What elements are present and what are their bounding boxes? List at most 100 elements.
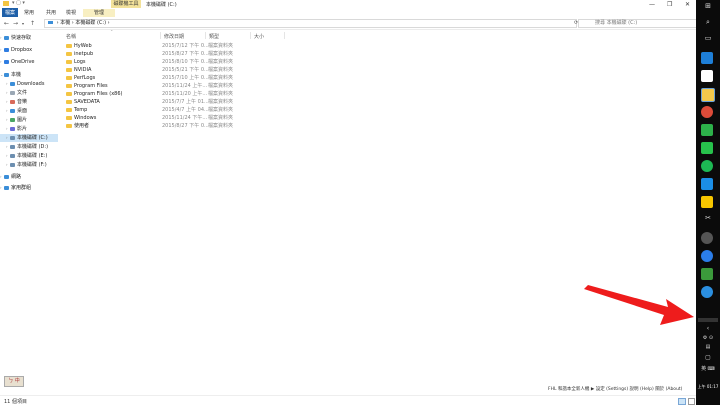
- nav-item-dropbox[interactable]: › Dropbox: [0, 46, 32, 54]
- nav-item-desktop[interactable]: › 桌面: [6, 107, 27, 115]
- folder-icon: [66, 44, 72, 48]
- file-name: Windows: [74, 115, 97, 121]
- chevron-up-icon[interactable]: ‹: [696, 325, 720, 332]
- file-row[interactable]: Program Files (x86) 2015/11/20 上午... 檔案資…: [62, 90, 362, 98]
- column-header-name[interactable]: 名稱: [66, 33, 76, 40]
- store-icon[interactable]: [701, 70, 713, 82]
- language-icon[interactable]: 英 ⌨: [696, 365, 720, 372]
- ime-indicator[interactable]: ㄅ 中: [4, 376, 24, 387]
- play-icon[interactable]: [701, 178, 713, 190]
- large-icons-view-icon[interactable]: [688, 398, 695, 405]
- tray-icon[interactable]: ⚙ ⊙: [696, 335, 720, 341]
- nav-item-network[interactable]: › 網路: [0, 173, 21, 181]
- search-icon[interactable]: ⌕: [696, 18, 720, 27]
- file-row[interactable]: Program Files 2015/11/24 上午... 檔案資料夾: [62, 82, 362, 90]
- folder-icon: [66, 124, 72, 128]
- file-row[interactable]: Windows 2015/11/24 下午... 檔案資料夾: [62, 114, 362, 122]
- file-row[interactable]: Temp 2015/4/7 上午 04... 檔案資料夾: [62, 106, 362, 114]
- nav-item-drive-e[interactable]: › 本機磁碟 (E:): [6, 152, 47, 160]
- file-date: 2015/5/21 下午 0...: [162, 67, 209, 73]
- tab-manage[interactable]: 管理: [83, 9, 115, 17]
- clock[interactable]: 上午 01:17: [696, 384, 720, 390]
- steam-icon[interactable]: [701, 232, 713, 244]
- folder-icon: [66, 108, 72, 112]
- tool-icon[interactable]: ✂: [696, 214, 720, 222]
- column-header-date[interactable]: 修改日期: [164, 33, 184, 40]
- nav-item-drive-c[interactable]: › 本機磁碟 (C:): [0, 134, 58, 142]
- quick-access-toolbar[interactable]: ▾ ▢ ▾: [12, 0, 25, 6]
- messenger-icon[interactable]: [701, 250, 713, 262]
- recent-chevron-icon[interactable]: ▾: [22, 21, 24, 26]
- file-row[interactable]: inetpub 2015/8/27 下午 0... 檔案資料夾: [62, 50, 362, 58]
- column-divider[interactable]: [205, 32, 206, 39]
- spotify-icon[interactable]: [701, 160, 713, 172]
- back-arrow-icon[interactable]: ←: [4, 20, 9, 27]
- scrollbar[interactable]: [698, 318, 718, 322]
- minimize-button[interactable]: —: [649, 1, 655, 8]
- nav-item-quick-access[interactable]: › 快速存取: [0, 34, 31, 42]
- file-row[interactable]: 使用者 2015/8/27 下午 0... 檔案資料夾: [62, 122, 362, 130]
- nav-item-this-pc[interactable]: ⌄ 本機: [0, 71, 21, 79]
- annotation-arrow: [584, 285, 694, 325]
- nav-item-videos[interactable]: › 影片: [6, 125, 27, 133]
- nav-item-drive-f[interactable]: › 本機磁碟 (F:): [6, 161, 47, 169]
- explorer-icon[interactable]: [701, 88, 715, 102]
- tab-file[interactable]: 檔案: [2, 8, 19, 17]
- details-view-icon[interactable]: [678, 398, 686, 405]
- forward-arrow-icon[interactable]: →: [13, 20, 18, 27]
- network-tray-icon[interactable]: ▤: [696, 344, 720, 350]
- tab-home[interactable]: 常用: [24, 9, 34, 16]
- nav-item-drive-d[interactable]: › 本機磁碟 (D:): [6, 143, 48, 151]
- file-type: 檔案資料夾: [208, 43, 234, 49]
- close-button[interactable]: ✕: [685, 1, 690, 8]
- file-type: 檔案資料夾: [208, 107, 234, 113]
- norton-icon[interactable]: [701, 196, 713, 208]
- file-name: NVIDIA: [74, 67, 92, 73]
- tab-view[interactable]: 檢視: [66, 9, 76, 16]
- windows-start-icon[interactable]: ⊞: [696, 2, 720, 10]
- homegroup-icon: [4, 185, 9, 190]
- file-row[interactable]: HyWeb 2015/7/12 下午 0... 檔案資料夾: [62, 42, 362, 50]
- column-header-type[interactable]: 類型: [209, 33, 219, 40]
- drive-icon: [10, 162, 15, 167]
- file-row[interactable]: SAVEDATA 2015/7/7 上午 01... 檔案資料夾: [62, 98, 362, 106]
- nav-item-downloads[interactable]: › Downloads: [6, 80, 44, 88]
- up-arrow-icon[interactable]: ↑: [30, 20, 35, 27]
- evernote-icon[interactable]: [701, 124, 713, 136]
- tab-share[interactable]: 共用: [46, 9, 56, 16]
- breadcrumb-drive[interactable]: 本機磁碟 (C:): [75, 20, 106, 26]
- nav-item-music[interactable]: › 音樂: [6, 98, 27, 106]
- breadcrumb-sep-icon: ›: [107, 20, 110, 26]
- nav-item-documents[interactable]: › 文件: [6, 89, 27, 97]
- file-type: 檔案資料夾: [208, 115, 234, 121]
- title-bar: ▾ ▢ ▾ 本機磁碟 (C:): [0, 0, 696, 8]
- line-icon[interactable]: [701, 142, 713, 154]
- address-input[interactable]: › 本機 › 本機磁碟 (C:) ›: [44, 19, 577, 28]
- file-row[interactable]: NVIDIA 2015/5/21 下午 0... 檔案資料夾: [62, 66, 362, 74]
- drive-icon: [10, 144, 15, 149]
- edge-icon[interactable]: [701, 52, 713, 64]
- chrome-icon[interactable]: [701, 106, 713, 118]
- nav-item-pictures[interactable]: › 圖片: [6, 116, 27, 124]
- column-header-size[interactable]: 大小: [254, 33, 264, 40]
- green-app-icon[interactable]: [701, 268, 713, 280]
- blue-app-icon[interactable]: [701, 286, 713, 298]
- cloud-icon: [4, 59, 9, 64]
- task-view-icon[interactable]: ▭: [696, 34, 720, 42]
- star-icon: [4, 35, 9, 40]
- column-divider[interactable]: [284, 32, 285, 39]
- maximize-button[interactable]: ❐: [667, 1, 672, 8]
- app-help-bar[interactable]: FHL 和諧本全新人機 ▶ 設定 (Settings) 說明 (Help) 關於…: [548, 386, 696, 394]
- drive-icon: [10, 153, 15, 158]
- file-row[interactable]: Logs 2015/8/10 下午 0... 檔案資料夾: [62, 58, 362, 66]
- nav-item-onedrive[interactable]: › OneDrive: [0, 58, 35, 66]
- column-divider[interactable]: [250, 32, 251, 39]
- breadcrumb-pc[interactable]: 本機: [60, 20, 70, 26]
- nav-item-homegroup[interactable]: › 家用群組: [0, 184, 31, 192]
- music-icon: [10, 99, 15, 104]
- search-input[interactable]: 搜尋 本機磁碟 (C:) ⌕: [578, 19, 708, 28]
- action-center-icon[interactable]: ▢: [696, 354, 720, 361]
- file-row[interactable]: PerfLogs 2015/7/10 上午 0... 檔案資料夾: [62, 74, 362, 82]
- folder-icon: [3, 1, 9, 6]
- column-divider[interactable]: [160, 32, 161, 39]
